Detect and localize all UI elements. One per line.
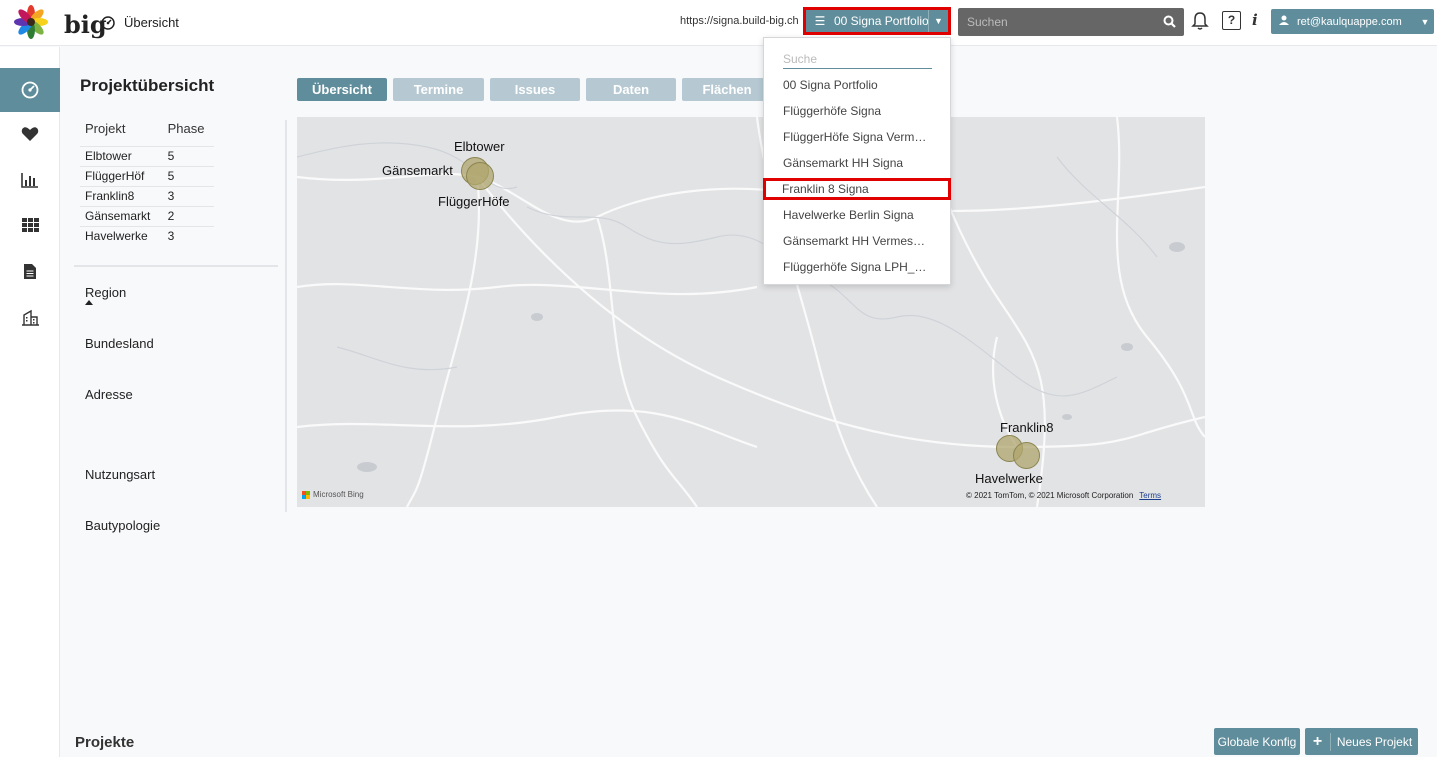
table-row[interactable]: Elbtower 5 [80, 145, 214, 166]
project-phase: 3 [162, 185, 214, 206]
site-url: https://signa.build-big.ch [680, 15, 799, 27]
caret-down-icon[interactable]: ▼ [928, 10, 948, 32]
bell-icon[interactable] [1191, 11, 1209, 31]
tab-termine[interactable]: Termine [393, 78, 484, 101]
dropdown-item[interactable]: Havelwerke Berlin Signa [764, 204, 950, 226]
heart-icon [21, 127, 39, 141]
table-row[interactable]: Havelwerke 3 [80, 225, 214, 246]
dropdown-item[interactable]: Flüggerhöfe Signa LPH_3… [764, 256, 950, 278]
project-phase: 3 [162, 225, 214, 246]
map-marker[interactable] [1013, 442, 1040, 469]
copyright-text: © 2021 TomTom, © 2021 Microsoft Corporat… [966, 491, 1134, 500]
tab-uebersicht[interactable]: Übersicht [297, 78, 387, 101]
sidebar-item-buildings[interactable] [0, 295, 60, 339]
terms-link[interactable]: Terms [1139, 491, 1161, 500]
new-project-label: Neues Projekt [1336, 734, 1413, 749]
top-bar: big Übersicht https://signa.build-big.ch… [0, 0, 1437, 46]
tab-flaechen[interactable]: Flächen [682, 78, 772, 101]
bar-chart-icon [21, 173, 38, 188]
portfolio-label: 00 Signa Portfolio [834, 14, 928, 28]
column-header-phase[interactable]: Phase [163, 120, 214, 146]
nav-home-label: Übersicht [124, 15, 179, 30]
table-row[interactable]: Gänsemarkt 2 [80, 205, 214, 226]
flower-logo-icon [14, 5, 48, 39]
dashboard-icon [101, 15, 115, 30]
user-icon [1271, 15, 1297, 28]
portfolio-select-button[interactable]: ☰ 00 Signa Portfolio ▼ [803, 7, 951, 35]
map-label-havelwerke: Havelwerke [975, 471, 1043, 486]
global-config-button[interactable]: Globale Konfig [1214, 728, 1300, 755]
dropdown-item[interactable]: Flüggerhöfe Signa [764, 100, 950, 122]
bing-label: Microsoft Bing [313, 490, 364, 499]
section-title-projects: Projekte [75, 734, 135, 751]
project-table: Projekt Phase Elbtower 5 FlüggerHöf 5 Fran… [80, 120, 214, 246]
sidebar-item-grid[interactable] [0, 203, 60, 247]
filter-adresse[interactable]: Adresse [85, 387, 133, 402]
tab-daten[interactable]: Daten [586, 78, 676, 101]
logo[interactable]: big [14, 4, 107, 40]
project-name: Gänsemarkt [80, 205, 163, 226]
dropdown-item[interactable]: Gänsemarkt HH Vermess… [764, 230, 950, 252]
plus-icon: + [1305, 732, 1331, 751]
tab-issues[interactable]: Issues [490, 78, 580, 101]
project-name: Elbtower [80, 145, 163, 166]
sidebar-item-dashboard[interactable] [0, 68, 60, 112]
caret-down-icon: ▼ [1420, 16, 1430, 27]
dropdown-item-highlighted[interactable]: Franklin 8 Signa [763, 178, 951, 200]
map[interactable]: Elbtower Gänsemarkt FlüggerHöfe Franklin… [297, 117, 1205, 507]
sidebar-item-analytics[interactable] [0, 158, 60, 202]
filter-bautypologie[interactable]: Bautypologie [85, 518, 160, 533]
user-menu-button[interactable]: ret@kaulquappe.com ▼ [1271, 9, 1434, 34]
menu-icon: ☰ [814, 14, 826, 28]
user-email: ret@kaulquappe.com [1297, 15, 1402, 28]
search-box [958, 8, 1184, 36]
filter-nutzungsart[interactable]: Nutzungsart [85, 467, 155, 482]
column-header-project[interactable]: Projekt [80, 120, 163, 146]
portfolio-dropdown: 00 Signa Portfolio Flüggerhöfe Signa Flü… [763, 37, 951, 285]
search-icon[interactable] [1163, 15, 1176, 28]
sidebar [0, 47, 60, 757]
filter-bundesland[interactable]: Bundesland [85, 336, 154, 351]
dropdown-item[interactable]: Gänsemarkt HH Signa [764, 152, 950, 174]
project-phase: 5 [162, 145, 214, 166]
filter-region[interactable]: Region [85, 285, 126, 300]
sidebar-item-favorites[interactable] [0, 112, 60, 156]
project-name: Franklin8 [80, 185, 163, 206]
map-label-franklin8: Franklin8 [1000, 420, 1054, 435]
sort-caret-icon[interactable] [85, 300, 93, 305]
divider [74, 265, 278, 267]
project-name: Havelwerke [80, 225, 163, 246]
dashboard-icon [21, 81, 39, 99]
divider [285, 120, 287, 512]
grid-icon [21, 218, 39, 232]
microsoft-logo-icon [302, 490, 310, 499]
search-input[interactable] [958, 8, 1184, 36]
dropdown-search-input[interactable] [783, 49, 932, 69]
map-attribution: Microsoft Bing [302, 490, 364, 499]
map-label-gaensemarkt: Gänsemarkt [382, 163, 453, 178]
map-marker[interactable] [466, 162, 494, 190]
page-title: Projektübersicht [80, 76, 215, 95]
dropdown-item[interactable]: FlüggerHöfe Signa Verme… [764, 126, 950, 148]
project-name: FlüggerHöf [80, 165, 163, 186]
building-icon [21, 309, 39, 326]
map-copyright: © 2021 TomTom, © 2021 Microsoft Corporat… [966, 491, 1161, 500]
table-row[interactable]: FlüggerHöf 5 [80, 165, 214, 186]
project-phase: 5 [162, 165, 214, 186]
sidebar-item-documents[interactable] [0, 249, 60, 293]
table-row[interactable]: Franklin8 3 [80, 185, 214, 206]
document-icon [24, 263, 36, 279]
help-icon[interactable]: ? [1222, 11, 1241, 30]
dropdown-item[interactable]: 00 Signa Portfolio [764, 74, 950, 96]
new-project-button[interactable]: + Neues Projekt [1305, 728, 1418, 755]
nav-home[interactable]: Übersicht [101, 15, 179, 30]
map-label-flueggerhoefe: FlüggerHöfe [438, 194, 510, 209]
info-icon[interactable]: i [1252, 11, 1258, 29]
map-label-elbtower: Elbtower [454, 139, 505, 154]
project-phase: 2 [162, 205, 214, 226]
